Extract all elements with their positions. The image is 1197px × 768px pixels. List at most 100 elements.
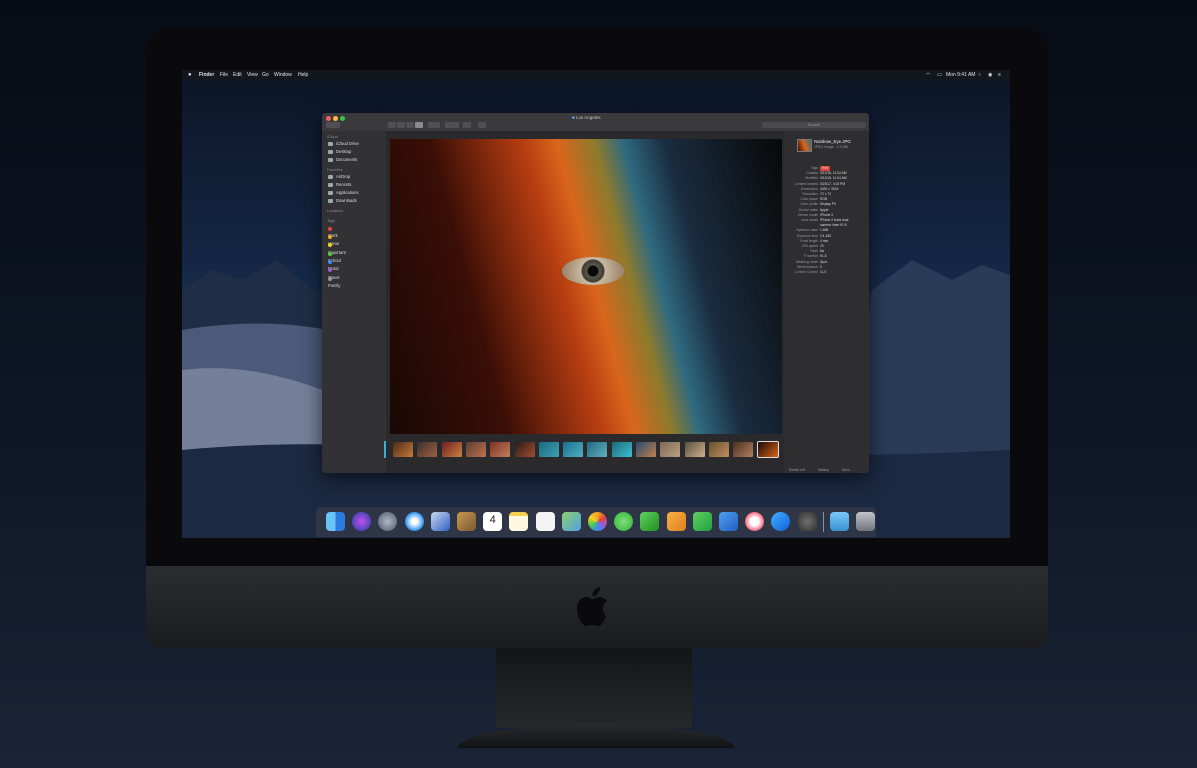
gallery-view-button[interactable]: [415, 122, 423, 128]
notification-center-icon[interactable]: ≡: [998, 70, 1001, 81]
more-button[interactable]: More...: [842, 468, 852, 472]
apple-menu-icon[interactable]: ●: [188, 70, 192, 81]
filmstrip-thumbnail[interactable]: [636, 442, 656, 457]
list-view-button[interactable]: [397, 122, 405, 128]
desktop-icon: [328, 149, 333, 154]
menu-clock[interactable]: Mon 9:41 AM: [946, 70, 975, 81]
mail-icon[interactable]: [430, 512, 450, 531]
group-button[interactable]: [428, 122, 440, 128]
filmstrip-thumbnail[interactable]: [611, 442, 632, 457]
filmstrip-thumbnail[interactable]: [684, 442, 705, 457]
filmstrip-thumbnail[interactable]: [563, 442, 584, 457]
system-preferences-icon[interactable]: [797, 512, 817, 531]
window-title: ■ Los Angeles: [572, 115, 601, 120]
filmstrip-thumbnail[interactable]: [756, 441, 779, 458]
safari-icon[interactable]: [404, 512, 424, 531]
sidebar-header-icloud: iCloud: [327, 135, 338, 139]
music-icon[interactable]: [745, 512, 765, 531]
airplay-icon[interactable]: ▭: [937, 70, 942, 81]
filmstrip-thumbnail[interactable]: [733, 442, 754, 457]
finder-icon[interactable]: [326, 512, 345, 531]
sidebar-item-airdrop[interactable]: AirDrop: [328, 173, 350, 180]
filmstrip-thumbnail[interactable]: [393, 442, 413, 457]
messages-icon[interactable]: [614, 512, 634, 531]
sidebar-tag-school[interactable]: School: [328, 250, 341, 263]
filmstrip-thumbnail[interactable]: [514, 442, 535, 457]
trash-icon[interactable]: [856, 512, 875, 531]
keynote-icon[interactable]: [719, 512, 738, 531]
filmstrip-thumbnail[interactable]: [465, 442, 486, 457]
launchpad-icon[interactable]: [378, 512, 398, 531]
reminders-icon[interactable]: [535, 512, 555, 531]
downloads-folder-icon[interactable]: [829, 512, 849, 531]
menu-window[interactable]: Window: [274, 70, 292, 81]
metadata-row: Content Creator 11.0: [784, 270, 869, 275]
tag-dot-icon: [328, 235, 332, 240]
spotlight-icon[interactable]: ○: [978, 70, 981, 81]
back-forward-button[interactable]: [326, 122, 340, 128]
siri-menu-icon[interactable]: ◉: [988, 70, 992, 81]
close-button[interactable]: [326, 116, 331, 121]
sidebar-item-applications[interactable]: Applications: [328, 189, 359, 196]
tag-dot-icon: [328, 276, 332, 281]
tag-dot-icon: [328, 226, 332, 231]
filmstrip-thumbnail[interactable]: [538, 442, 559, 457]
filmstrip-scroll-indicator[interactable]: [384, 441, 386, 458]
menu-view[interactable]: View: [247, 70, 258, 81]
airdrop-icon: [328, 174, 333, 179]
search-input[interactable]: Search: [762, 122, 866, 128]
numbers-icon[interactable]: [692, 512, 712, 531]
menu-help[interactable]: Help: [298, 70, 308, 81]
zoom-button[interactable]: [340, 116, 345, 121]
photos-icon[interactable]: [588, 512, 607, 531]
app-store-icon[interactable]: [771, 512, 791, 531]
filmstrip-thumbnail[interactable]: [660, 442, 681, 457]
filmstrip-thumbnail[interactable]: [490, 442, 511, 457]
sidebar-item-desktop[interactable]: Desktop: [328, 148, 351, 155]
menu-file[interactable]: File: [220, 70, 228, 81]
facetime-icon[interactable]: [640, 512, 660, 531]
file-thumbnail: [797, 139, 812, 152]
share-button[interactable]: [463, 122, 471, 128]
menu-go[interactable]: Go: [262, 70, 269, 81]
sidebar-tag-music[interactable]: Music: [328, 258, 339, 271]
maps-icon[interactable]: [561, 512, 581, 531]
pages-icon[interactable]: [666, 512, 686, 531]
menu-edit[interactable]: Edit: [233, 70, 242, 81]
applications-icon: [328, 190, 333, 195]
filmstrip-thumbnail[interactable]: [587, 442, 608, 457]
screen: ● Finder File Edit View Go Window Help ◠…: [182, 70, 1010, 538]
tags-button[interactable]: [478, 122, 486, 128]
tag-dot-icon: [328, 260, 332, 265]
rotate-left-button[interactable]: Rotate Left: [789, 468, 805, 472]
wifi-icon[interactable]: ◠: [926, 70, 930, 81]
icon-view-button[interactable]: [388, 122, 396, 128]
calendar-icon[interactable]: 4: [483, 512, 503, 531]
sidebar-item-documents[interactable]: Documents: [328, 156, 357, 163]
minimize-button[interactable]: [333, 116, 338, 121]
sidebar-tag-work[interactable]: Work: [328, 225, 338, 238]
sidebar-tag-home[interactable]: Home: [328, 233, 339, 246]
finder-window: ■ Los Angeles Search iCloud iCloud Drive…: [322, 113, 869, 473]
menu-finder[interactable]: Finder: [199, 70, 214, 81]
sidebar-tag-important[interactable]: Important: [328, 242, 346, 255]
notes-icon[interactable]: [509, 512, 529, 531]
column-view-button[interactable]: [406, 122, 414, 128]
sidebar-item-downloads[interactable]: Downloads: [328, 197, 357, 204]
filmstrip-thumbnail[interactable]: [708, 442, 729, 457]
sidebar-tag-travel[interactable]: Travel: [328, 267, 339, 280]
contacts-icon[interactable]: [457, 512, 476, 531]
dock: 4: [316, 507, 876, 537]
siri-icon[interactable]: [352, 512, 372, 531]
sidebar-item-icloud-drive[interactable]: iCloud Drive: [328, 140, 359, 147]
markup-button[interactable]: Markup: [818, 468, 829, 472]
calendar-day: 4: [489, 514, 496, 526]
filmstrip-thumbnail[interactable]: [441, 442, 462, 457]
metadata-key: Content Creator: [794, 270, 818, 274]
sidebar-item-recents[interactable]: Recents: [328, 181, 351, 188]
action-button[interactable]: [445, 122, 459, 128]
filmstrip-thumbnail[interactable]: [417, 442, 438, 457]
image-preview[interactable]: [390, 139, 782, 434]
clock-icon: [328, 182, 333, 187]
sidebar-tag-family[interactable]: Family: [328, 275, 340, 288]
